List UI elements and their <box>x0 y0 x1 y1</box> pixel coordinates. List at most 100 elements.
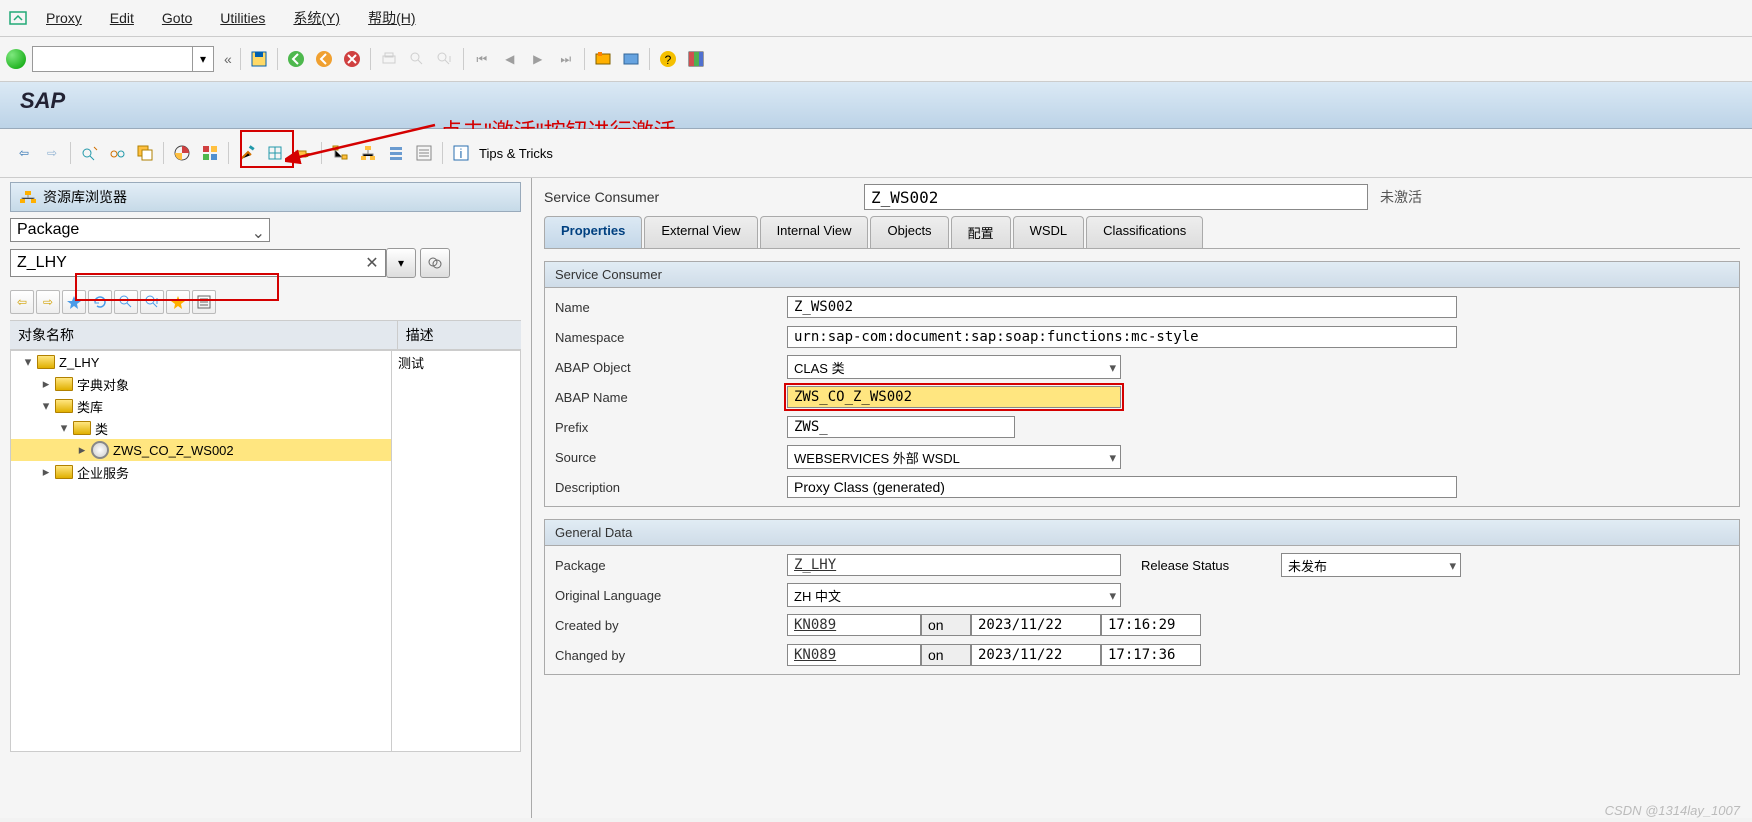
field-abap-name[interactable]: ZWS_CO_Z_WS002 <box>787 386 1121 408</box>
display-button[interactable] <box>420 248 450 278</box>
label-namespace: Namespace <box>545 330 787 345</box>
tab-classifications[interactable]: Classifications <box>1086 216 1203 248</box>
tab-config[interactable]: 配置 <box>951 216 1011 248</box>
tree-node-selected[interactable]: ▸ZWS_CO_Z_WS002 <box>11 439 391 461</box>
stack-icon[interactable] <box>385 142 407 164</box>
field-original-language[interactable]: ZH 中文▾ <box>787 583 1121 607</box>
prev-page-icon: ◀ <box>499 48 521 70</box>
test-icon[interactable] <box>264 142 286 164</box>
group-general-data: General Data Package Z_LHY Release Statu… <box>544 519 1740 675</box>
save-icon[interactable] <box>248 48 270 70</box>
label-on-2: on <box>921 644 971 666</box>
tab-internal-view[interactable]: Internal View <box>760 216 869 248</box>
nav-right-icon[interactable]: ⇨ <box>36 290 60 314</box>
tree-node-classlib[interactable]: ▾类库 <box>11 395 391 417</box>
tree-node-class[interactable]: ▾类 <box>11 417 391 439</box>
group-general-data-title: General Data <box>545 520 1739 546</box>
repo-browser-title: 资源库浏览器 <box>43 187 127 207</box>
label-prefix: Prefix <box>545 420 787 435</box>
service-consumer-header: Service Consumer 未激活 <box>544 184 1740 210</box>
object-type-select[interactable]: Package⌄ <box>10 218 270 242</box>
menu-utilities[interactable]: Utilities <box>220 10 265 26</box>
label-original-language: Original Language <box>545 588 787 603</box>
field-created-by[interactable]: KN089 <box>787 614 921 636</box>
field-created-time: 17:16:29 <box>1101 614 1201 636</box>
class-icon <box>91 441 109 459</box>
where-used-icon[interactable] <box>199 142 221 164</box>
menu-proxy[interactable]: Proxy <box>46 10 82 26</box>
nav-back-icon[interactable]: ⇦ <box>13 142 35 164</box>
tab-properties[interactable]: Properties <box>544 216 642 248</box>
nav-forward-icon[interactable]: ⇨ <box>41 142 63 164</box>
last-page-icon: ⏭ <box>555 48 577 70</box>
exit-icon[interactable] <box>313 48 335 70</box>
tree-col-desc: 描述 <box>398 321 521 349</box>
tab-wsdl[interactable]: WSDL <box>1013 216 1085 248</box>
tips-tricks-label[interactable]: Tips & Tricks <box>479 146 553 161</box>
worklist-icon[interactable] <box>192 290 216 314</box>
menu-goto[interactable]: Goto <box>162 10 192 26</box>
other-object-icon[interactable] <box>134 142 156 164</box>
activate-icon[interactable] <box>236 142 258 164</box>
new-session-icon[interactable] <box>592 48 614 70</box>
field-abap-object[interactable]: CLAS 类▾ <box>787 355 1121 379</box>
field-package[interactable]: Z_LHY <box>787 554 1121 576</box>
check-icon[interactable] <box>171 142 193 164</box>
nav-left-icon[interactable]: ⇦ <box>10 290 34 314</box>
menu-help[interactable]: 帮助(H) <box>368 8 415 28</box>
back-icon[interactable] <box>285 48 307 70</box>
cancel-icon[interactable] <box>341 48 363 70</box>
tree-node-root[interactable]: ▾Z_LHY <box>11 351 391 373</box>
group-service-consumer: Service Consumer Name Z_WS002 Namespace … <box>544 261 1740 507</box>
find-icon <box>406 48 428 70</box>
package-input[interactable] <box>10 249 386 277</box>
command-field[interactable]: ▾ <box>32 46 214 72</box>
display-icon[interactable] <box>78 142 100 164</box>
label-abap-name: ABAP Name <box>545 390 787 405</box>
help-icon[interactable]: ? <box>657 48 679 70</box>
tree-node-dict[interactable]: ▸字典对象 <box>11 373 391 395</box>
tree-body: ▾Z_LHY ▸字典对象 ▾类库 ▾类 ▸ZWS_CO_Z_WS002 ▸企业服… <box>10 350 521 752</box>
refresh-icon[interactable] <box>88 290 112 314</box>
field-source[interactable]: WEBSERVICES 外部 WSDL▾ <box>787 445 1121 469</box>
dropdown-history-button[interactable]: ▾ <box>386 248 416 278</box>
find-tree-next-icon[interactable] <box>140 290 164 314</box>
field-release-status[interactable]: 未发布▾ <box>1281 553 1461 577</box>
label-abap-object: ABAP Object <box>545 360 787 375</box>
field-changed-by[interactable]: KN089 <box>787 644 921 666</box>
find-next-icon <box>434 48 456 70</box>
tab-external-view[interactable]: External View <box>644 216 757 248</box>
field-description[interactable]: Proxy Class (generated) <box>787 476 1457 498</box>
field-created-date: 2023/11/22 <box>971 614 1101 636</box>
label-created-by: Created by <box>545 618 787 633</box>
label-name: Name <box>545 300 787 315</box>
find-tree-icon[interactable] <box>114 290 138 314</box>
tree-node-enterprise[interactable]: ▸企业服务 <box>11 461 391 483</box>
left-pane: 资源库浏览器 Package⌄ ✕ ▾ ⇦ ⇨ 对象名称 描述 <box>0 178 532 818</box>
field-prefix[interactable]: ZWS_ <box>787 416 1015 438</box>
activation-status: 未激活 <box>1380 187 1422 207</box>
tree-toolbar: ⇦ ⇨ <box>10 290 521 314</box>
hierarchy-icon[interactable] <box>357 142 379 164</box>
layout-icon[interactable] <box>685 48 707 70</box>
menu-edit[interactable]: Edit <box>110 10 134 26</box>
svg-text:?: ? <box>664 53 671 67</box>
service-consumer-input[interactable] <box>864 184 1368 210</box>
favorites-icon[interactable] <box>166 290 190 314</box>
group-service-consumer-title: Service Consumer <box>545 262 1739 288</box>
list-icon[interactable] <box>413 142 435 164</box>
chevron-down-icon[interactable]: ▾ <box>192 47 213 71</box>
shortcut-icon[interactable] <box>620 48 642 70</box>
app-menu-icon[interactable] <box>6 6 30 30</box>
clear-icon[interactable]: ✕ <box>362 253 382 273</box>
enter-icon[interactable] <box>6 49 26 69</box>
print-icon <box>378 48 400 70</box>
tree-icon[interactable] <box>329 142 351 164</box>
standard-toolbar: ▾ « ⏮ ◀ ▶ ⏭ ? <box>0 37 1752 82</box>
glasses-icon[interactable] <box>106 142 128 164</box>
transport-icon[interactable] <box>292 142 314 164</box>
favorite-add-icon[interactable] <box>62 290 86 314</box>
info-icon[interactable]: i <box>450 142 472 164</box>
menu-system[interactable]: 系统(Y) <box>293 8 340 28</box>
tab-objects[interactable]: Objects <box>870 216 948 248</box>
